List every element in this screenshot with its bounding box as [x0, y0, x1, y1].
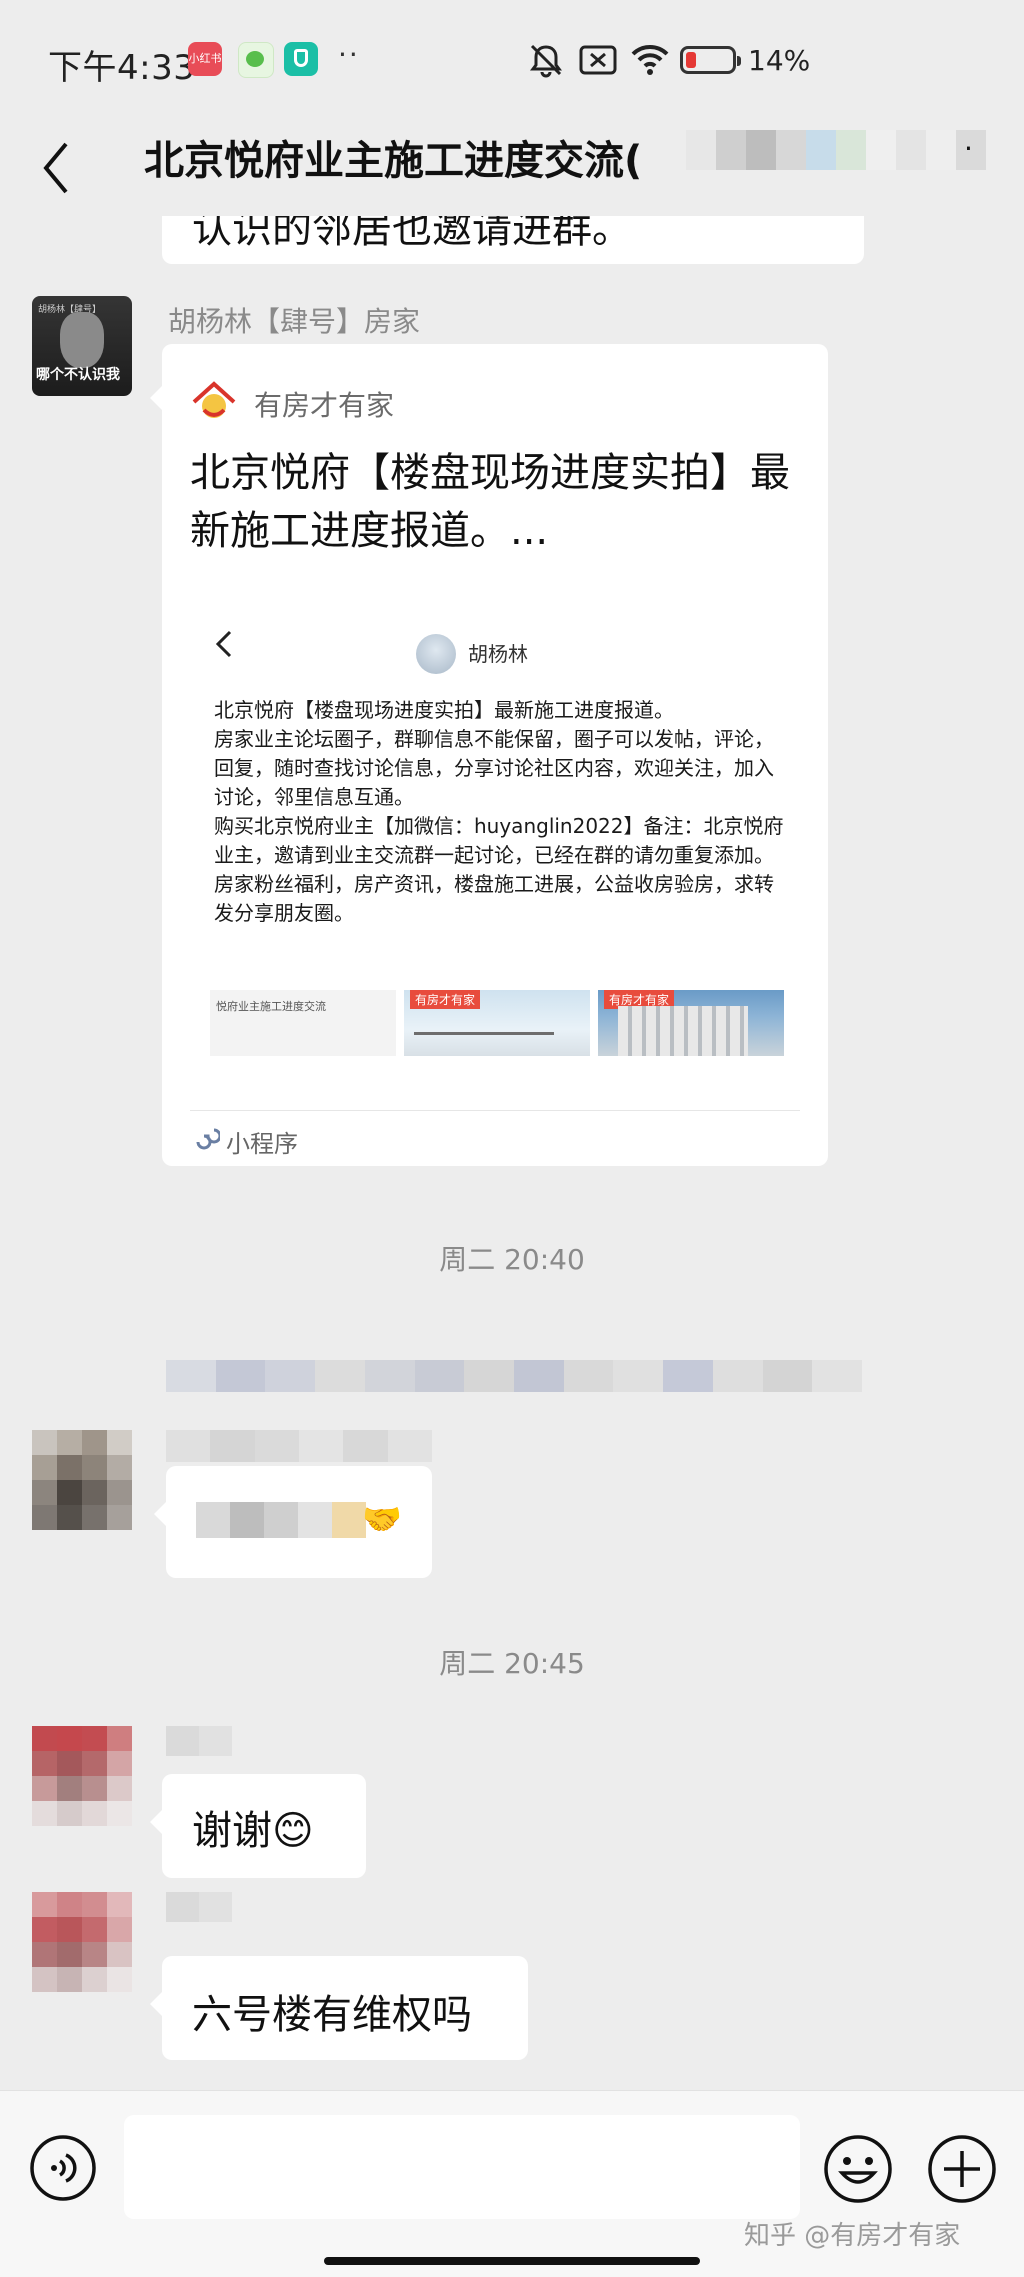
message-text: 认识的邻居也邀请进群。: [192, 216, 632, 252]
mini-program-icon: [196, 1128, 220, 1150]
thumbnail-caption: 悦府业主施工进度交流: [216, 1000, 326, 1013]
mini-program-label: 小程序: [226, 1130, 298, 1158]
building-shape: [618, 1006, 748, 1056]
redacted-message: [196, 1502, 366, 1538]
preview-thumbnail: 有房才有家: [404, 990, 590, 1056]
timestamp: 周二 20:40: [439, 1243, 585, 1276]
avatar-face: [60, 312, 104, 368]
thumbnail-badge: 有房才有家: [410, 990, 481, 1009]
avatar[interactable]: [32, 1430, 132, 1530]
redacted-name: [166, 1360, 862, 1392]
avatar[interactable]: [32, 1892, 132, 1992]
more-notifications-icon: ··: [338, 38, 360, 71]
bubble-tail: [150, 386, 162, 410]
wifi-icon: [631, 44, 669, 75]
redacted-sender: [166, 1726, 232, 1756]
shield-app-icon: [284, 42, 318, 76]
avatar-caption: 哪个不认识我: [36, 367, 120, 383]
timestamp: 周二 20:45: [439, 1647, 585, 1680]
redacted-sender: [166, 1430, 432, 1462]
house-logo-icon: [192, 381, 236, 418]
mini-program-card[interactable]: 有房才有家 北京悦府【楼盘现场进度实拍】最新施工进度报道。... 胡杨林 北京悦…: [162, 344, 828, 1166]
wechat-mini-icon: [238, 42, 274, 78]
preview-thumbnail: 有房才有家: [598, 990, 784, 1056]
title-redaction: [686, 130, 986, 170]
bell-off-icon: [530, 44, 562, 78]
preview-text: 北京悦府【楼盘现场进度实拍】最新施工进度报道。 房家业主论坛圈子，群聊信息不能保…: [214, 698, 784, 925]
card-divider: [190, 1110, 800, 1111]
message-list[interactable]: 认识的邻居也邀请进群。 胡杨林【肆号】 哪个不认识我 胡杨林【肆号】房家 有房才…: [0, 216, 1024, 2090]
sender-name: 胡杨林【肆号】房家: [168, 305, 421, 338]
message-bubble[interactable]: 认识的邻居也邀请进群。: [162, 216, 864, 264]
plus-icon[interactable]: [926, 2133, 998, 2205]
message-bubble[interactable]: 谢谢😊: [150, 1774, 366, 1878]
home-indicator[interactable]: [324, 2257, 700, 2265]
preview-back-icon: [215, 630, 232, 658]
title-more-indicator: ·: [964, 132, 973, 165]
preview-avatar: [416, 634, 456, 674]
chat-header: 北京悦府业主施工进度交流( ·: [0, 120, 1024, 216]
watermark: 知乎 @有房才有家: [744, 2221, 961, 2251]
status-time: 下午4:33: [48, 48, 196, 88]
battery-icon: [680, 46, 741, 74]
group-title: 北京悦府业主施工进度交流(: [144, 138, 643, 184]
crane-shape: [414, 1032, 554, 1035]
voice-input-icon[interactable]: [28, 2133, 98, 2203]
handshake-emoji: 🤝: [362, 1500, 402, 1538]
no-sim-icon: [579, 45, 617, 75]
emoji-icon[interactable]: [822, 2133, 894, 2205]
xiaohongshu-icon: 小红书: [188, 42, 222, 76]
message-text: 谢谢😊: [192, 1808, 314, 1854]
card-title: 北京悦府【楼盘现场进度实拍】最新施工进度报道。...: [190, 450, 790, 554]
message-text: 六号楼有维权吗: [192, 1992, 472, 2038]
avatar[interactable]: [32, 1726, 132, 1826]
card-source: 有房才有家: [254, 389, 395, 422]
preview-user-name: 胡杨林: [468, 642, 528, 666]
avatar[interactable]: 胡杨林【肆号】 哪个不认识我: [32, 296, 132, 396]
status-bar: 下午4:33 小红书 ·· 14%: [0, 0, 1024, 120]
message-bubble[interactable]: 🤝: [154, 1466, 432, 1578]
message-input[interactable]: [124, 2115, 800, 2219]
message-bubble[interactable]: 六号楼有维权吗: [150, 1956, 528, 2060]
card-preview: 胡杨林 北京悦府【楼盘现场进度实拍】最新施工进度报道。 房家业主论坛圈子，群聊信…: [190, 574, 800, 1074]
preview-thumbnail: 悦府业主施工进度交流: [210, 990, 396, 1056]
battery-percent: 14%: [748, 44, 811, 77]
redacted-sender: [166, 1892, 232, 1922]
input-bar: 知乎 @有房才有家: [0, 2090, 1024, 2277]
back-arrow-icon[interactable]: [30, 124, 110, 212]
